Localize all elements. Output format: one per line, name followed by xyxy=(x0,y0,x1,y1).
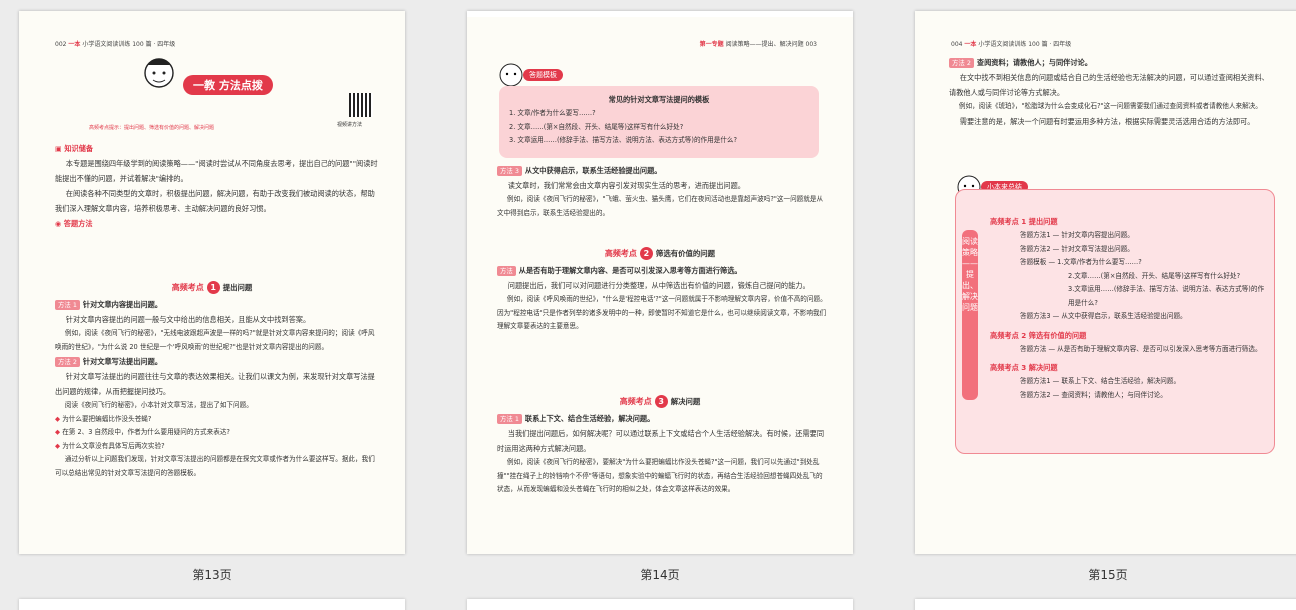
paragraph: 本专题是围绕四年级学到的阅读策略——"阅读时尝试从不同角度去思考，提出自己的问题… xyxy=(55,159,378,183)
page-label: 第14页 xyxy=(640,568,680,582)
qr-code-icon[interactable] xyxy=(349,93,373,117)
summary-box: 阅读策略——提出、解决问题 高频考点 1 提出问题 答题方法1 — 针对文章内容… xyxy=(955,189,1275,454)
method-block: 方法 2 查阅资料；请教他人；与同伴讨论。 在文中找不到相关信息的问题或结合自己的… xyxy=(949,58,1269,126)
page-14[interactable]: 第一专题 阅读策略——提出、解决问题 003 答题模板 常见的针对文章写法提问的… xyxy=(467,11,853,554)
paragraph: 在阅读各种不同类型的文章时，积极提出问题，解决问题，有助于改变我们被动阅读的状态… xyxy=(55,189,375,213)
page-thumb-next[interactable] xyxy=(19,599,405,610)
banner-subtitle: 高频考点提示：提出问题、筛选有价值的问题、解决问题 xyxy=(89,125,215,131)
qr-caption: 视频讲方法 xyxy=(337,122,363,128)
page-label: 第15页 xyxy=(1088,568,1128,582)
cartoon-boy-icon xyxy=(144,58,174,88)
method-block: 方法 3 从文中获得启示，联系生活经验提出问题。 读文章时，我们常常会由文章内容引… xyxy=(497,166,824,217)
page-header: 002 一本 小学语文阅读训练 100 篇 · 四年级 xyxy=(55,41,176,48)
summary-content: 高频考点 1 提出问题 答题方法1 — 针对文章内容提出问题。 答题方法2 — … xyxy=(990,217,1265,399)
document-viewer: 002 一本 小学语文阅读训练 100 篇 · 四年级 一教 方法点拨 视频讲方… xyxy=(0,0,1296,610)
page-header: 004 一本 小学语文阅读训练 100 篇 · 四年级 xyxy=(951,41,1072,48)
hot-point-2: 高频考点 2 筛选有价值的问题 xyxy=(604,247,716,260)
page-label: 第13页 xyxy=(192,568,232,582)
page-thumb-next[interactable] xyxy=(915,599,1296,610)
summary-vertical-title: 阅读策略——提出、解决问题 xyxy=(962,230,978,400)
banner: 一教 方法点拨 xyxy=(139,58,299,101)
cartoon-boy-icon xyxy=(499,63,523,87)
hot-point-1: 高频考点 1 提出问题 xyxy=(171,281,253,294)
page-15[interactable]: 004 一本 小学语文阅读训练 100 篇 · 四年级 方法 2 查阅资料；请教他… xyxy=(915,11,1296,554)
method-block: 方法 1 联系上下文、结合生活经验，解决问题。 当我们提出问题后，如何解决呢？可以… xyxy=(497,414,825,493)
page-thumb-next[interactable] xyxy=(467,599,853,610)
page-header: 第一专题 阅读策略——提出、解决问题 003 xyxy=(699,41,817,48)
book-icon: ▣ xyxy=(55,144,62,153)
hot-point-3: 高频考点 3 解决问题 xyxy=(619,395,701,408)
knowledge-section: ▣ 知识储备 本专题是围绕四年级学到的阅读策略——"阅读时尝试从不同角度去思考，… xyxy=(55,144,378,228)
template-box: 常见的针对文章写法提问的模板 1. 文章/作者为什么要写……? 2. 文章……(… xyxy=(499,86,819,158)
page-13[interactable]: 002 一本 小学语文阅读训练 100 篇 · 四年级 一教 方法点拨 视频讲方… xyxy=(19,11,405,554)
method-block: 方法 1 针对文章内容提出问题。 针对文章内容提出的问题一般与文中给出的信息相关，… xyxy=(55,300,375,477)
method-block: 方法 从是否有助于理解文章内容、是否可以引发深入思考等方面进行筛选。 问题提出后，… xyxy=(497,266,827,330)
bulb-icon: ◉ xyxy=(55,219,62,228)
banner-title: 一教 方法点拨 xyxy=(183,75,273,95)
